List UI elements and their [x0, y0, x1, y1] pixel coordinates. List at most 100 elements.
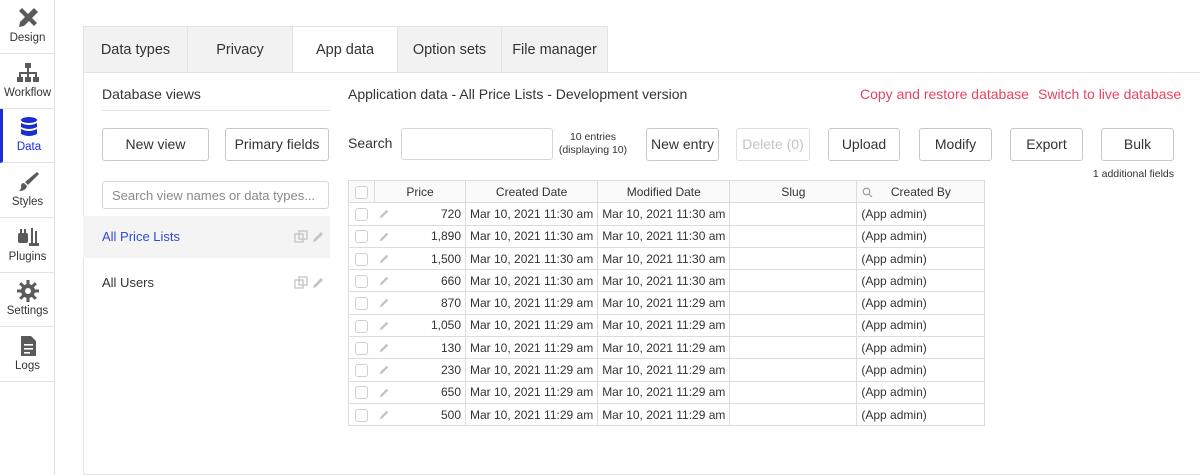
tab-file-manager[interactable]: File manager	[502, 27, 607, 73]
sidebar-item-settings[interactable]: Settings	[0, 273, 55, 327]
cell-created-date[interactable]: Mar 10, 2021 11:30 am	[464, 202, 599, 226]
sidebar-item-workflow[interactable]: Workflow	[0, 55, 55, 109]
cell-slug[interactable]	[729, 336, 858, 360]
cell-modified-date[interactable]: Mar 10, 2021 11:30 am	[597, 202, 731, 226]
cell-price[interactable]: 130	[374, 336, 466, 360]
column-header-created-by[interactable]: Created By	[856, 179, 986, 204]
switch-live-database-link[interactable]: Switch to live database	[1038, 86, 1181, 102]
cell-created-by[interactable]: (App admin)	[856, 202, 986, 226]
cell-slug[interactable]	[729, 269, 858, 293]
cell-slug[interactable]	[729, 224, 858, 248]
column-header-price[interactable]: Price	[374, 179, 466, 204]
row-checkbox[interactable]	[355, 364, 369, 378]
cell-price[interactable]: 1,050	[374, 313, 466, 338]
edit-row-pencil-icon[interactable]	[378, 253, 390, 265]
pencil-icon[interactable]	[311, 276, 325, 290]
row-checkbox[interactable]	[355, 341, 369, 355]
edit-row-pencil-icon[interactable]	[378, 342, 390, 354]
cell-created-date[interactable]: Mar 10, 2021 11:29 am	[464, 336, 599, 360]
cell-price[interactable]: 230	[374, 358, 466, 382]
new-entry-button[interactable]: New entry	[646, 128, 719, 161]
table-row[interactable]: 1,890 Mar 10, 2021 11:30 am Mar 10, 2021 1…	[348, 224, 986, 248]
cell-price[interactable]: 1,890	[374, 224, 466, 248]
table-row[interactable]: 660 Mar 10, 2021 11:30 am Mar 10, 2021 11:…	[348, 269, 986, 293]
edit-row-pencil-icon[interactable]	[378, 364, 390, 376]
cell-slug[interactable]	[729, 358, 858, 382]
cell-price[interactable]: 660	[374, 269, 466, 293]
cell-modified-date[interactable]: Mar 10, 2021 11:29 am	[597, 380, 731, 404]
column-header-modified-date[interactable]: Modified Date	[597, 179, 731, 204]
cell-price[interactable]: 500	[374, 402, 466, 427]
export-button[interactable]: Export	[1010, 128, 1083, 161]
cell-created-date[interactable]: Mar 10, 2021 11:29 am	[464, 358, 599, 382]
sidebar-item-logs[interactable]: Logs	[0, 328, 55, 382]
search-views-input[interactable]	[102, 181, 329, 209]
edit-row-pencil-icon[interactable]	[378, 297, 390, 309]
cell-created-by[interactable]: (App admin)	[856, 246, 986, 271]
upload-button[interactable]: Upload	[828, 128, 900, 161]
cell-created-by[interactable]: (App admin)	[856, 291, 986, 315]
cell-created-date[interactable]: Mar 10, 2021 11:29 am	[464, 402, 599, 427]
row-checkbox[interactable]	[355, 319, 369, 333]
edit-row-pencil-icon[interactable]	[378, 231, 390, 243]
edit-row-pencil-icon[interactable]	[378, 387, 390, 399]
cell-slug[interactable]	[729, 202, 858, 226]
bulk-button[interactable]: Bulk	[1101, 128, 1174, 161]
primary-fields-button[interactable]: Primary fields	[225, 128, 329, 161]
table-row[interactable]: 650 Mar 10, 2021 11:29 am Mar 10, 2021 11:…	[348, 380, 986, 404]
sidebar-item-plugins[interactable]: Plugins	[0, 219, 55, 273]
sidebar-item-design[interactable]: Design	[0, 0, 55, 54]
modify-button[interactable]: Modify	[919, 128, 992, 161]
cell-price[interactable]: 720	[374, 202, 466, 226]
cell-slug[interactable]	[729, 313, 858, 338]
cell-slug[interactable]	[729, 246, 858, 271]
cell-modified-date[interactable]: Mar 10, 2021 11:29 am	[597, 291, 731, 315]
table-row[interactable]: 720 Mar 10, 2021 11:30 am Mar 10, 2021 11:…	[348, 202, 986, 226]
cell-slug[interactable]	[729, 291, 858, 315]
table-row[interactable]: 1,050 Mar 10, 2021 11:29 am Mar 10, 2021 1…	[348, 313, 986, 338]
cell-created-by[interactable]: (App admin)	[856, 336, 986, 360]
table-row[interactable]: 230 Mar 10, 2021 11:29 am Mar 10, 2021 11:…	[348, 358, 986, 382]
tab-data-types[interactable]: Data types	[84, 27, 188, 73]
cell-modified-date[interactable]: Mar 10, 2021 11:29 am	[597, 402, 731, 427]
table-row[interactable]: 870 Mar 10, 2021 11:29 am Mar 10, 2021 11:…	[348, 291, 986, 315]
cell-created-by[interactable]: (App admin)	[856, 358, 986, 382]
row-checkbox[interactable]	[355, 297, 369, 311]
cell-created-by[interactable]: (App admin)	[856, 313, 986, 338]
cell-price[interactable]: 870	[374, 291, 466, 315]
cell-price[interactable]: 650	[374, 380, 466, 404]
cell-modified-date[interactable]: Mar 10, 2021 11:29 am	[597, 358, 731, 382]
cell-created-by[interactable]: (App admin)	[856, 224, 986, 248]
view-item-all-price-lists[interactable]: All Price Lists	[83, 216, 330, 258]
edit-row-pencil-icon[interactable]	[378, 409, 390, 421]
table-row[interactable]: 130 Mar 10, 2021 11:29 am Mar 10, 2021 11:…	[348, 336, 986, 360]
tab-option-sets[interactable]: Option sets	[398, 27, 502, 73]
row-checkbox[interactable]	[355, 230, 369, 244]
search-input[interactable]	[401, 128, 553, 160]
copy-restore-database-link[interactable]: Copy and restore database	[860, 86, 1029, 102]
cell-created-by[interactable]: (App admin)	[856, 380, 986, 404]
cell-modified-date[interactable]: Mar 10, 2021 11:29 am	[597, 313, 731, 338]
cell-created-by[interactable]: (App admin)	[856, 269, 986, 293]
row-checkbox[interactable]	[355, 252, 369, 266]
search-icon[interactable]	[862, 187, 873, 198]
delete-button[interactable]: Delete (0)	[736, 128, 810, 161]
cell-created-by[interactable]: (App admin)	[856, 402, 986, 427]
row-checkbox[interactable]	[355, 408, 369, 422]
cell-created-date[interactable]: Mar 10, 2021 11:29 am	[464, 313, 599, 338]
pencil-icon[interactable]	[311, 230, 325, 244]
column-header-created-date[interactable]: Created Date	[464, 179, 599, 204]
cell-price[interactable]: 1,500	[374, 246, 466, 271]
row-checkbox[interactable]	[355, 386, 369, 400]
cell-created-date[interactable]: Mar 10, 2021 11:30 am	[464, 246, 599, 271]
cell-modified-date[interactable]: Mar 10, 2021 11:30 am	[597, 246, 731, 271]
copy-icon[interactable]	[294, 276, 308, 290]
cell-modified-date[interactable]: Mar 10, 2021 11:30 am	[597, 269, 731, 293]
view-item-all-users[interactable]: All Users	[83, 262, 330, 304]
row-checkbox[interactable]	[355, 208, 369, 222]
edit-row-pencil-icon[interactable]	[378, 208, 390, 220]
new-view-button[interactable]: New view	[102, 128, 209, 161]
cell-modified-date[interactable]: Mar 10, 2021 11:29 am	[597, 336, 731, 360]
cell-slug[interactable]	[729, 380, 858, 404]
table-row[interactable]: 500 Mar 10, 2021 11:29 am Mar 10, 2021 11:…	[348, 402, 986, 427]
